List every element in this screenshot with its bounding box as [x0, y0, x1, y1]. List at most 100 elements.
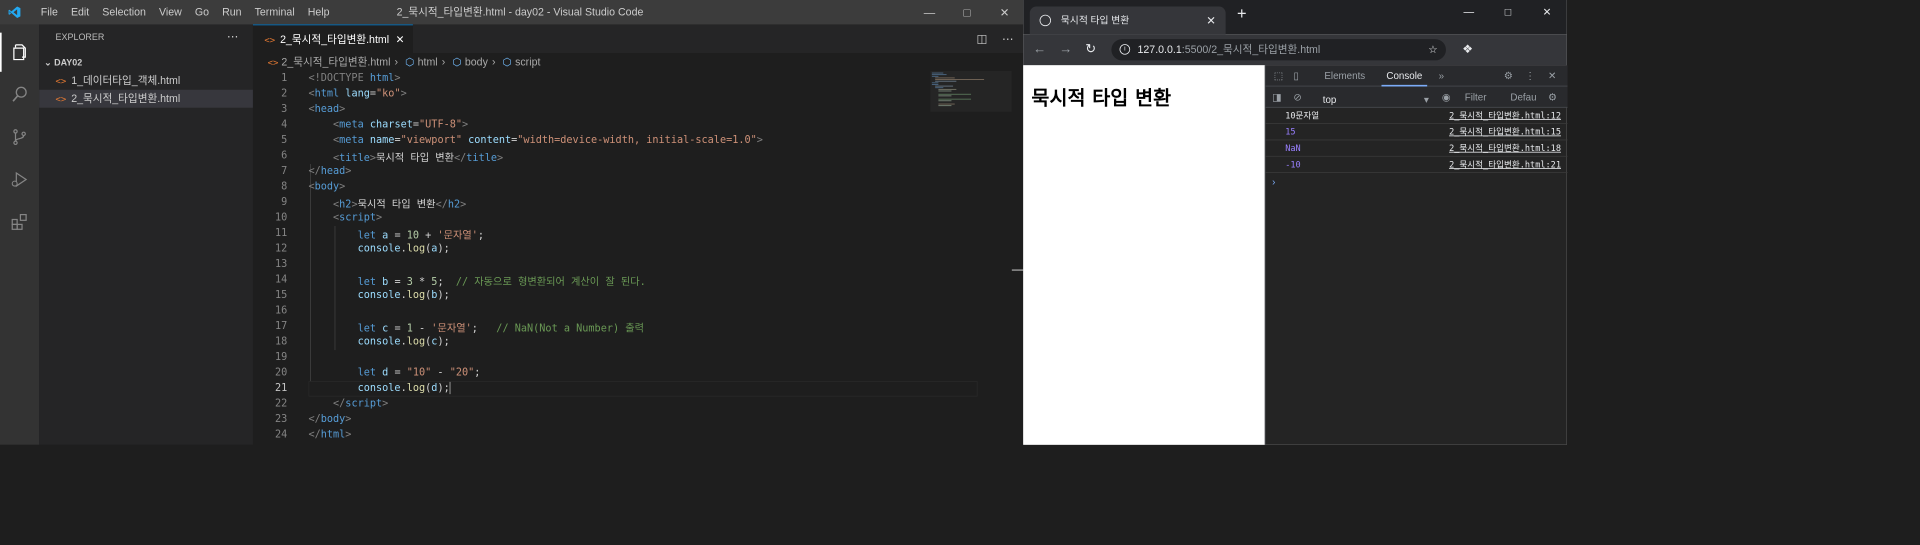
- clear-console-icon[interactable]: ⊘: [1293, 86, 1301, 107]
- file-label: 1_데이터타입_객체.html: [71, 74, 181, 87]
- maximize-icon[interactable]: □: [948, 0, 986, 24]
- search-icon[interactable]: [0, 75, 39, 114]
- minimap[interactable]: [930, 71, 1012, 120]
- window-controls: — □ ✕: [911, 0, 1024, 24]
- explorer-file-2[interactable]: <> 2_묵시적_타입변환.html: [39, 89, 253, 108]
- line-number: 12: [274, 241, 288, 254]
- line-number: 10: [274, 210, 288, 223]
- filter-input[interactable]: Filter: [1465, 86, 1487, 107]
- console-message: 10문자열 2_묵시적_타입변환.html:12: [1265, 108, 1568, 125]
- menu-terminal[interactable]: Terminal: [248, 0, 301, 24]
- source-control-icon[interactable]: [0, 118, 39, 157]
- code-line: <!DOCTYPE html>: [308, 70, 401, 84]
- code-line: <meta name="viewport" content="width=dev…: [333, 133, 763, 146]
- vscode-logo-icon: [8, 6, 21, 18]
- close-tab-icon[interactable]: ✕: [1206, 7, 1216, 35]
- line-number: 14: [274, 272, 288, 285]
- symbol-icon: ⬡: [502, 55, 512, 68]
- close-icon[interactable]: ✕: [1528, 0, 1567, 24]
- log-levels-dropdown[interactable]: Defau: [1510, 86, 1536, 107]
- console-source-link[interactable]: 2_묵시적_타입변환.html:12: [1449, 108, 1561, 124]
- folder-day02[interactable]: ⌄ DAY02: [39, 54, 253, 72]
- line-number: 11: [274, 226, 288, 239]
- extensions-icon[interactable]: [0, 202, 39, 241]
- back-icon[interactable]: ←: [1033, 34, 1046, 65]
- settings-gear-icon[interactable]: ⚙: [1504, 65, 1513, 86]
- menu-help[interactable]: Help: [301, 0, 336, 24]
- minimize-icon[interactable]: —: [911, 0, 949, 24]
- code-line: let c = 1 - '문자열'; // NaN(Not a Number) …: [357, 321, 645, 334]
- customize-menu-icon[interactable]: ⋮: [1525, 65, 1535, 86]
- explorer-file-1[interactable]: <> 1_데이터타입_객체.html: [39, 72, 253, 90]
- console-settings-gear-icon[interactable]: ⚙: [1548, 86, 1557, 107]
- line-number: 22: [274, 396, 288, 409]
- more-actions-icon[interactable]: ⋯: [227, 29, 238, 43]
- code-line: </script>: [333, 396, 389, 409]
- line-number: 2: [281, 86, 288, 99]
- url-path: :5500/2_묵시적_타입변환.html: [1181, 43, 1321, 56]
- more-tabs-icon[interactable]: »: [1439, 65, 1444, 86]
- globe-icon: [1039, 14, 1052, 27]
- line-number: 17: [274, 319, 288, 332]
- menu-edit[interactable]: Edit: [64, 0, 95, 24]
- close-icon[interactable]: ✕: [986, 0, 1024, 24]
- breadcrumb-html[interactable]: html: [418, 55, 438, 67]
- context-selector[interactable]: top ▾: [1323, 89, 1429, 105]
- line-number: 6: [281, 148, 288, 161]
- html-file-icon: <>: [55, 93, 67, 105]
- folder-label: DAY02: [54, 57, 83, 68]
- browser-tab-title: 묵시적 타입 변환: [1060, 14, 1130, 27]
- more-actions-icon[interactable]: ⋯: [1002, 24, 1013, 53]
- sidebar-toggle-icon[interactable]: ◨: [1272, 86, 1281, 107]
- inspect-element-icon[interactable]: ⬚: [1274, 65, 1283, 86]
- editor-tab[interactable]: <> 2_묵시적_타입변환.html ✕: [252, 24, 413, 54]
- scrollbar[interactable]: [1011, 269, 1024, 271]
- menu-selection[interactable]: Selection: [96, 0, 153, 24]
- extensions-puzzle-icon[interactable]: ❖: [1462, 34, 1473, 65]
- line-number: 19: [274, 350, 288, 363]
- menu-go[interactable]: Go: [188, 0, 215, 24]
- code-line: let a = 10 + '문자열';: [357, 228, 485, 241]
- symbol-icon: ⬡: [405, 55, 415, 68]
- device-toolbar-icon[interactable]: ▯: [1293, 65, 1298, 86]
- explorer-icon[interactable]: [0, 32, 39, 72]
- console-message: NaN 2_묵시적_타입변환.html:18: [1265, 140, 1568, 157]
- console-toolbar: ◨ ⊘ top ▾ ◉ Filter Defau ⚙: [1265, 86, 1568, 108]
- close-devtools-icon[interactable]: ✕: [1548, 65, 1556, 86]
- console-source-link[interactable]: 2_묵시적_타입변환.html:18: [1449, 140, 1561, 156]
- split-editor-icon[interactable]: ◫: [977, 24, 988, 53]
- bookmark-star-icon[interactable]: ☆: [1428, 39, 1438, 60]
- reload-icon[interactable]: ↻: [1085, 34, 1096, 65]
- live-expression-eye-icon[interactable]: ◉: [1442, 86, 1451, 107]
- activity-bar: [0, 24, 40, 445]
- forward-icon[interactable]: →: [1059, 34, 1072, 65]
- breadcrumb-file[interactable]: 2_묵시적_타입변환.html: [281, 55, 390, 67]
- devtools-tabs: ⬚ ▯ Elements Console » ⚙ ⋮ ✕: [1265, 65, 1568, 87]
- run-debug-icon[interactable]: [0, 160, 39, 199]
- breadcrumb-body[interactable]: body: [465, 55, 488, 67]
- browser-tab[interactable]: 묵시적 타입 변환 ✕: [1029, 6, 1226, 35]
- maximize-icon[interactable]: □: [1488, 0, 1527, 24]
- tab-console[interactable]: Console: [1381, 65, 1428, 87]
- tab-label: 2_묵시적_타입변환.html: [280, 33, 390, 46]
- minimize-icon[interactable]: —: [1449, 0, 1488, 24]
- breadcrumb-script[interactable]: script: [515, 55, 540, 67]
- console-value: -10: [1285, 159, 1301, 170]
- page-heading: 묵시적 타입 변환: [1031, 86, 1172, 110]
- info-icon[interactable]: i: [1119, 44, 1131, 55]
- text-cursor: [449, 381, 451, 395]
- menu-file[interactable]: File: [34, 0, 64, 24]
- menu-run[interactable]: Run: [216, 0, 249, 24]
- tab-elements[interactable]: Elements: [1324, 65, 1365, 86]
- browser-window-controls: — □ ✕: [1449, 0, 1567, 24]
- console-source-link[interactable]: 2_묵시적_타입변환.html:21: [1449, 157, 1561, 173]
- code-line: <title>묵시적 타입 변환</title>: [333, 150, 504, 164]
- console-source-link[interactable]: 2_묵시적_타입변환.html:15: [1449, 124, 1561, 140]
- console-prompt-icon[interactable]: ›: [1272, 176, 1275, 187]
- code-line: </head>: [308, 164, 352, 177]
- menu-view[interactable]: View: [152, 0, 188, 24]
- close-tab-icon[interactable]: ✕: [396, 33, 405, 45]
- new-tab-icon[interactable]: +: [1237, 5, 1247, 24]
- address-bar[interactable]: i 127.0.0.1:5500/2_묵시적_타입변환.html ☆: [1111, 39, 1446, 61]
- code-line: <body>: [308, 179, 346, 192]
